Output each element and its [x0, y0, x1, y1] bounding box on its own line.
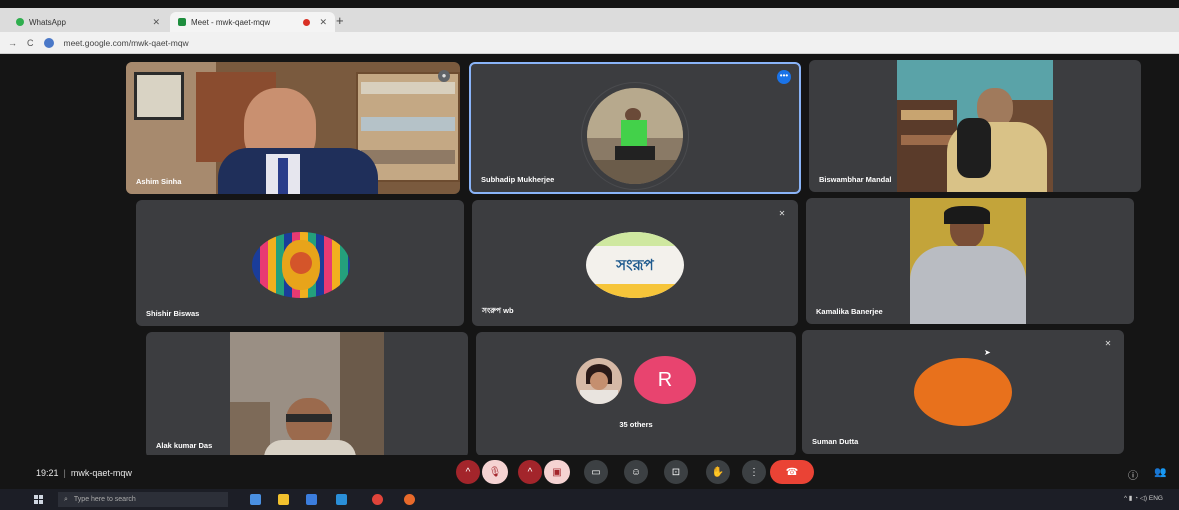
- participant-tile[interactable]: Kamalika Banerjee: [806, 198, 1134, 324]
- recording-icon: [303, 18, 311, 26]
- captions-button[interactable]: ▭: [584, 460, 608, 484]
- address-bar: → C meet.google.com/mwk-qaet-mqw: [0, 32, 1179, 54]
- more-vertical-icon: ⋮: [749, 466, 759, 478]
- mic-off-icon: ✕: [1104, 339, 1112, 348]
- site-info-icon[interactable]: [43, 37, 54, 48]
- meet-icon: [178, 18, 186, 26]
- meeting-info-icon[interactable]: ⓘ: [1128, 467, 1138, 482]
- tab-meet[interactable]: Meet - mwk-qaet-mqw ✕: [170, 12, 335, 32]
- cursor-icon: ➤: [984, 348, 991, 357]
- language-indicator: ENG: [1148, 495, 1163, 502]
- participant-tile[interactable]: Shishir Biswas: [136, 200, 464, 326]
- mic-off-icon: ●: [438, 70, 450, 82]
- video-options-button[interactable]: ^: [518, 460, 542, 484]
- mic-toggle-button[interactable]: 🎙: [482, 460, 508, 484]
- avatar: [576, 358, 622, 404]
- video-feed: [230, 332, 384, 458]
- participant-tile[interactable]: ● Ashim Sinha: [126, 62, 460, 194]
- edge-icon[interactable]: [336, 494, 347, 505]
- participant-tile[interactable]: R 35 others: [476, 332, 796, 456]
- participant-name: Alak kumar Das: [156, 441, 213, 450]
- people-icon[interactable]: 👥: [1154, 467, 1166, 478]
- widgets-icon[interactable]: [250, 494, 261, 505]
- raise-hand-button[interactable]: ✋: [706, 460, 730, 484]
- participant-tile[interactable]: Biswambhar Mandal: [809, 60, 1141, 192]
- leave-call-button[interactable]: ☎: [770, 460, 814, 484]
- mic-off-icon: 🎙: [488, 466, 502, 478]
- participant-name: Biswambhar Mandal: [819, 175, 892, 184]
- store-icon[interactable]: [306, 494, 317, 505]
- avatar: R: [634, 356, 696, 404]
- url-field[interactable]: meet.google.com/mwk-qaet-mqw: [64, 38, 189, 48]
- system-tray[interactable]: ^ ▮ ◔ ◁) ENG: [1124, 494, 1163, 502]
- avatar: [252, 232, 350, 298]
- file-explorer-icon[interactable]: [278, 494, 289, 505]
- audio-options-button[interactable]: ^: [456, 460, 480, 484]
- participant-name: Kamalika Banerjee: [816, 307, 883, 316]
- new-tab-button[interactable]: +: [336, 13, 344, 28]
- avatar: সংরূপ: [586, 232, 684, 298]
- reactions-button[interactable]: ☺: [624, 460, 648, 484]
- close-icon[interactable]: ✕: [319, 17, 327, 28]
- video-feed: [897, 60, 1053, 192]
- browser-tab-bar: WhatsApp ✕ Meet - mwk-qaet-mqw ✕ +: [0, 8, 1179, 32]
- search-icon: ⌕: [64, 495, 68, 503]
- more-options-icon[interactable]: •••: [777, 70, 791, 84]
- participant-tile[interactable]: সংরূপ ✕ সংরুপ wb: [472, 200, 798, 326]
- participant-name: Shishir Biswas: [146, 309, 200, 318]
- captions-icon: ▭: [591, 466, 601, 478]
- app-icon[interactable]: [404, 494, 415, 505]
- emoji-icon: ☺: [630, 466, 642, 478]
- meet-grid: ● Ashim Sinha ••• Subhadip Mukherjee Bis…: [0, 54, 1179, 488]
- tab-whatsapp[interactable]: WhatsApp ✕: [8, 12, 168, 32]
- mic-off-icon: ✕: [778, 209, 786, 218]
- participant-name: সংরুপ wb: [482, 306, 514, 315]
- separator: |: [63, 468, 66, 478]
- participant-tile[interactable]: ✕ ➤ Suman Dutta: [802, 330, 1124, 454]
- video-feed: [910, 198, 1026, 324]
- reload-icon[interactable]: C: [27, 38, 34, 48]
- participant-name: Subhadip Mukherjee: [481, 175, 555, 184]
- meeting-code: mwk-qaet-mqw: [70, 468, 132, 478]
- search-placeholder: Type here to search: [73, 496, 136, 503]
- close-icon[interactable]: ✕: [152, 17, 160, 28]
- os-taskbar: ⌕ Type here to search ^ ▮ ◔ ◁) ENG: [0, 489, 1179, 510]
- chrome-icon[interactable]: [372, 494, 383, 505]
- hand-icon: ✋: [711, 466, 725, 478]
- others-count[interactable]: 35 others: [476, 420, 796, 429]
- participant-tile[interactable]: Alak kumar Das: [146, 332, 468, 458]
- logo-text: সংরূপ: [616, 257, 654, 274]
- portrait-frame: [134, 72, 184, 120]
- meeting-details: 19:21 | mwk-qaet-mqw: [36, 468, 132, 478]
- participant-tile[interactable]: ••• Subhadip Mukherjee: [469, 62, 801, 194]
- whatsapp-icon: [16, 18, 24, 26]
- participant-name: Ashim Sinha: [136, 177, 182, 186]
- back-icon[interactable]: →: [8, 38, 17, 48]
- tab-label: WhatsApp: [29, 17, 66, 27]
- participant-name: Suman Dutta: [812, 437, 859, 446]
- meet-control-bar: 19:21 | mwk-qaet-mqw ^ 🎙 ^ ▣ ▭ ☺ ⊡ ✋ ⋮ ☎ ⓘ…: [0, 455, 1179, 489]
- phone-hangup-icon: ☎: [785, 466, 799, 478]
- present-button[interactable]: ⊡: [664, 460, 688, 484]
- avatar: [914, 358, 1012, 426]
- camera-toggle-button[interactable]: ▣: [544, 460, 570, 484]
- meeting-time: 19:21: [36, 468, 59, 478]
- windows-start-icon[interactable]: [34, 495, 43, 504]
- more-options-button[interactable]: ⋮: [742, 460, 766, 484]
- taskbar-search[interactable]: ⌕ Type here to search: [58, 492, 228, 507]
- present-icon: ⊡: [671, 466, 681, 478]
- tab-label: Meet - mwk-qaet-mqw: [191, 17, 271, 27]
- camera-off-icon: ▣: [552, 466, 562, 478]
- avatar: [587, 88, 683, 184]
